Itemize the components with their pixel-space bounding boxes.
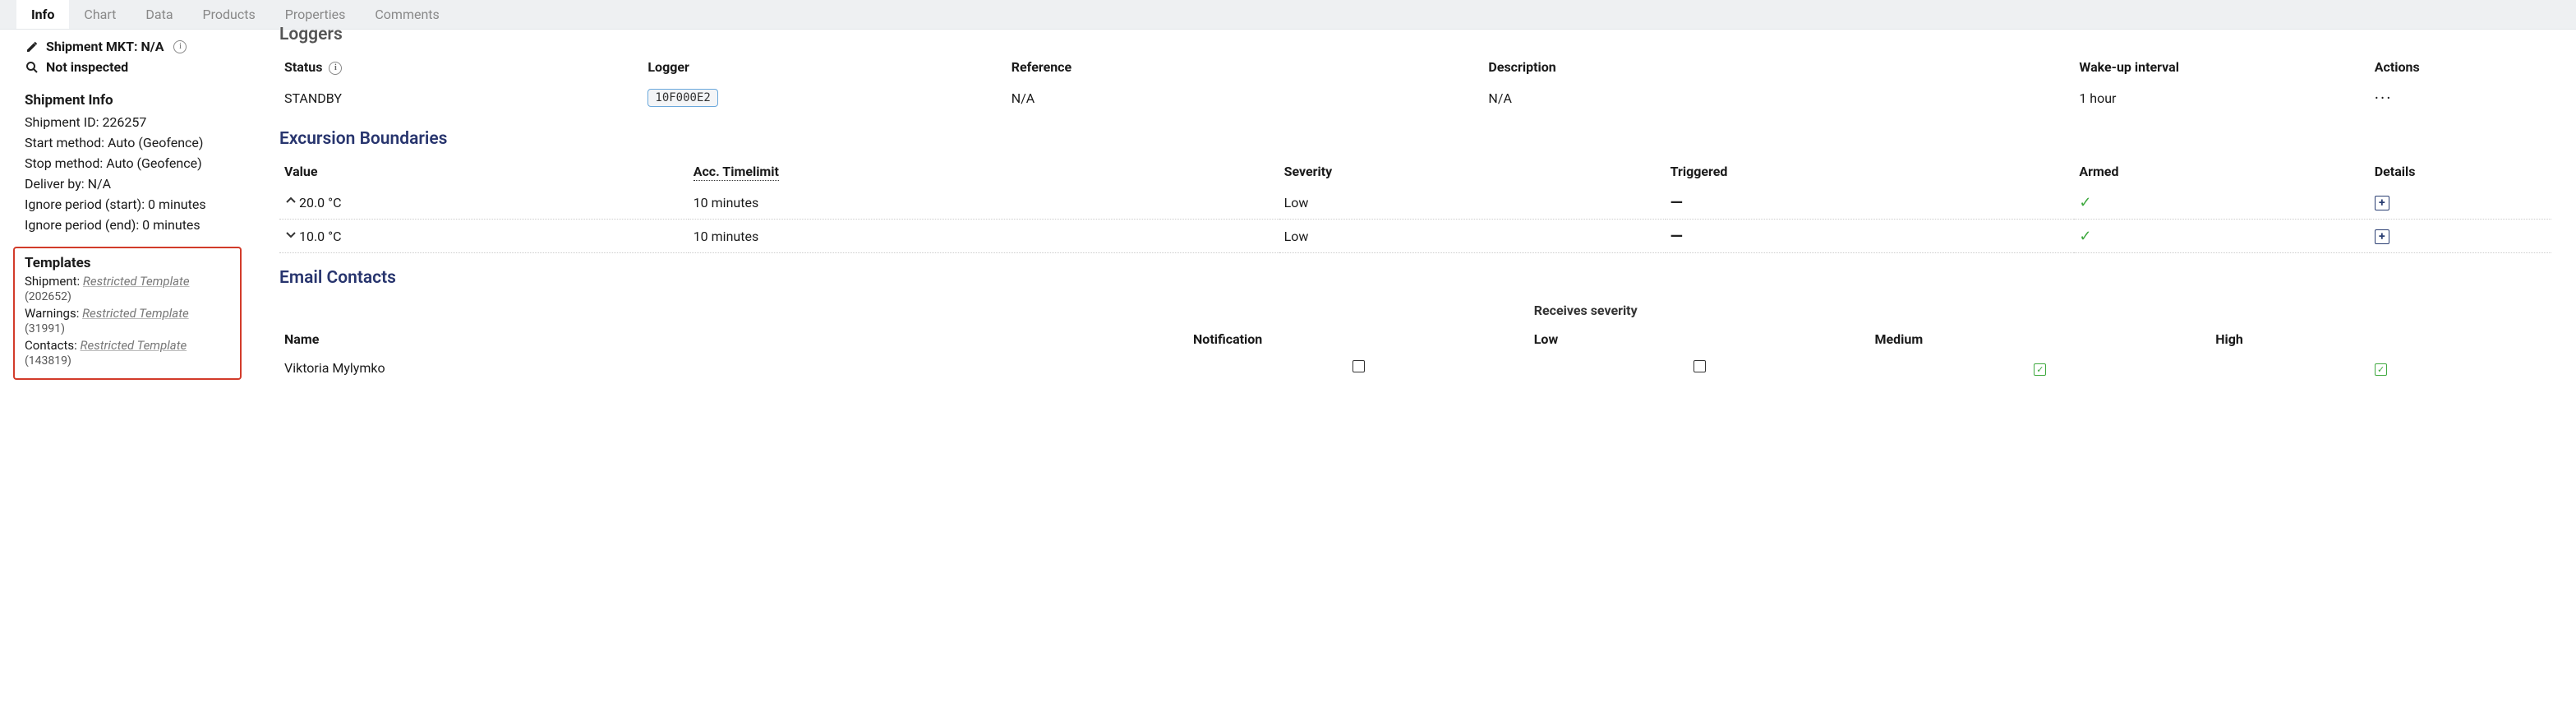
- search-icon: [25, 61, 39, 74]
- contacts-th-low: Low: [1529, 325, 1870, 354]
- tmpl-warnings-id: (31991): [25, 322, 65, 335]
- excur-triggered: —: [1670, 192, 1683, 212]
- info-icon[interactable]: i: [329, 62, 342, 75]
- logger-status: STANDBY: [279, 81, 643, 114]
- start-method: Start method: Auto (Geofence): [0, 132, 255, 153]
- loggers-title: Loggers: [279, 25, 2551, 44]
- excur-th-value: Value: [279, 157, 689, 186]
- logger-wakeup: 1 hour: [2074, 81, 2369, 114]
- excur-details-expand[interactable]: +: [2375, 229, 2389, 244]
- contacts-th-medium: Medium: [1870, 325, 2211, 354]
- loggers-table: Status i Logger Reference Description Wa…: [279, 53, 2551, 114]
- loggers-th-wakeup: Wake-up interval: [2074, 53, 2369, 81]
- logger-description: N/A: [1483, 81, 2074, 114]
- loggers-th-reference: Reference: [1007, 53, 1484, 81]
- tab-info[interactable]: Info: [16, 0, 69, 29]
- excur-th-armed: Armed: [2074, 157, 2369, 186]
- ignore-period-start: Ignore period (start): 0 minutes: [0, 194, 255, 215]
- tab-data[interactable]: Data: [131, 0, 187, 29]
- excursion-table: Value Acc. Timelimit Severity Triggered …: [279, 157, 2551, 253]
- tmpl-contacts-id: (143819): [25, 354, 71, 368]
- excur-th-severity: Severity: [1279, 157, 1666, 186]
- excur-triggered: —: [1670, 226, 1683, 246]
- pencil-icon: [25, 40, 39, 53]
- contacts-th-name: Name: [279, 325, 1188, 354]
- main-content: Loggers Status i Logger Reference Descri…: [255, 30, 2576, 407]
- contacts-row: Viktoria Mylymko ✓ ✓: [279, 354, 2551, 382]
- excur-row: 10.0 °C 10 minutes Low — ✓ +: [279, 220, 2551, 253]
- logger-reference: N/A: [1007, 81, 1484, 114]
- excur-severity: Low: [1279, 220, 1666, 253]
- tmpl-contacts-label: Contacts:: [25, 338, 77, 353]
- loggers-th-status: Status i: [279, 53, 643, 81]
- excur-value: 10.0 °C: [299, 229, 342, 244]
- tmpl-contacts-link[interactable]: Restricted Template: [81, 338, 187, 353]
- excur-value: 20.0 °C: [299, 195, 342, 210]
- contact-name: Viktoria Mylymko: [279, 354, 1188, 382]
- check-icon: ✓: [2079, 228, 2091, 245]
- loggers-th-description: Description: [1483, 53, 2074, 81]
- logger-actions-button[interactable]: ···: [2375, 88, 2393, 108]
- excur-th-acc: Acc. Timelimit: [689, 157, 1279, 186]
- contact-medium-checkbox[interactable]: ✓: [2034, 363, 2046, 376]
- tab-chart[interactable]: Chart: [69, 0, 131, 29]
- not-inspected-label: Not inspected: [46, 59, 128, 75]
- templates-box: Templates Shipment: Restricted Template …: [13, 247, 242, 380]
- templates-title: Templates: [25, 255, 230, 271]
- loggers-row: STANDBY 10F000E2 N/A N/A 1 hour ···: [279, 81, 2551, 114]
- excur-severity: Low: [1279, 186, 1666, 220]
- tmpl-shipment-link[interactable]: Restricted Template: [83, 274, 190, 289]
- info-icon[interactable]: i: [173, 40, 187, 53]
- loggers-th-actions: Actions: [2370, 53, 2551, 81]
- excur-th-triggered: Triggered: [1666, 157, 2075, 186]
- receives-severity-label: Receives severity: [1529, 296, 2551, 325]
- shipment-mkt-label: Shipment MKT: N/A: [46, 39, 164, 54]
- deliver-by: Deliver by: N/A: [0, 173, 255, 194]
- contact-notification-checkbox[interactable]: [1353, 360, 1365, 372]
- contacts-th-high: High: [2210, 325, 2551, 354]
- contacts-table: Receives severity Name Notification Low …: [279, 296, 2551, 382]
- shipment-id: Shipment ID: 226257: [0, 112, 255, 132]
- tmpl-warnings-link[interactable]: Restricted Template: [82, 306, 189, 321]
- check-icon: ✓: [2079, 194, 2091, 211]
- shipment-info-title: Shipment Info: [0, 89, 255, 112]
- tab-products[interactable]: Products: [188, 0, 270, 29]
- tmpl-shipment-label: Shipment:: [25, 274, 80, 289]
- excur-details-expand[interactable]: +: [2375, 196, 2389, 210]
- loggers-th-logger: Logger: [643, 53, 1006, 81]
- contacts-th-notification: Notification: [1188, 325, 1529, 354]
- ignore-period-end: Ignore period (end): 0 minutes: [0, 215, 255, 235]
- logger-id-badge[interactable]: 10F000E2: [647, 89, 717, 107]
- excur-acc: 10 minutes: [689, 186, 1279, 220]
- excur-th-details: Details: [2370, 157, 2551, 186]
- excursion-title: Excursion Boundaries: [279, 129, 2551, 149]
- chevron-down-icon: [284, 228, 296, 244]
- excur-row: 20.0 °C 10 minutes Low — ✓ +: [279, 186, 2551, 220]
- excur-acc: 10 minutes: [689, 220, 1279, 253]
- chevron-up-icon: [284, 194, 296, 210]
- contact-high-checkbox[interactable]: ✓: [2375, 363, 2387, 376]
- stop-method: Stop method: Auto (Geofence): [0, 153, 255, 173]
- contact-low-checkbox[interactable]: [1694, 360, 1706, 372]
- sidebar: Shipment MKT: N/A i Not inspected Shipme…: [0, 30, 255, 407]
- tmpl-shipment-id: (202652): [25, 290, 71, 303]
- contacts-title: Email Contacts: [279, 268, 2551, 288]
- tmpl-warnings-label: Warnings:: [25, 306, 79, 321]
